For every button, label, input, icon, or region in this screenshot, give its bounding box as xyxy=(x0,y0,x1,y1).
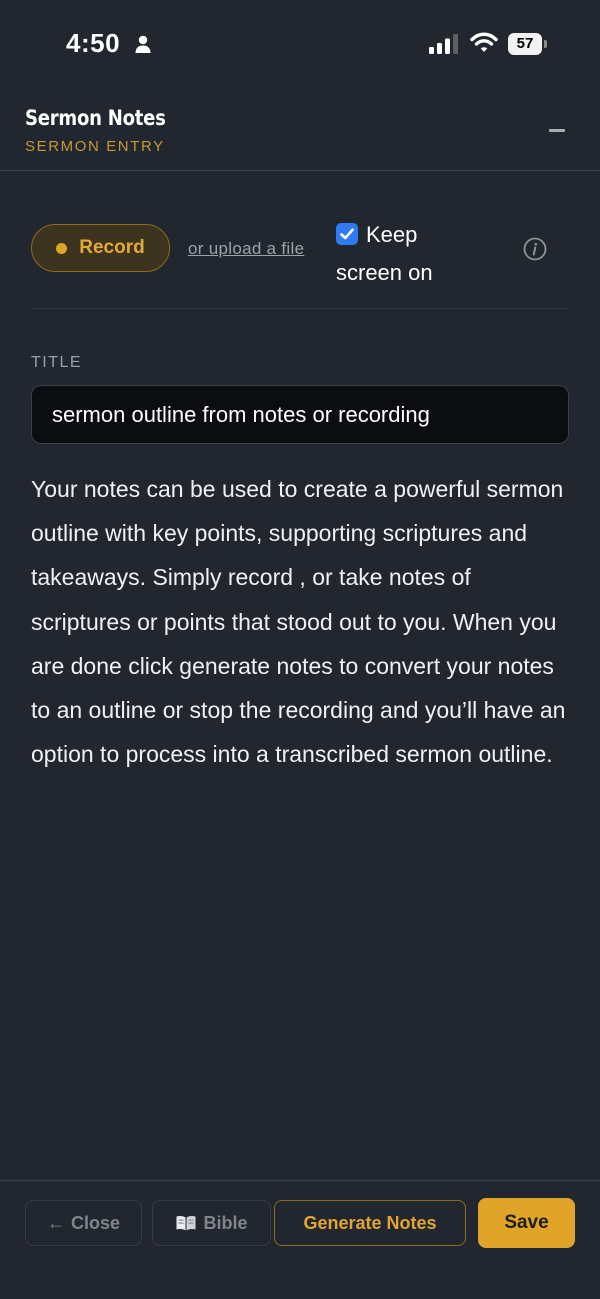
info-icon[interactable] xyxy=(523,237,547,261)
footer-toolbar: ← Close Bible Generate Notes Save xyxy=(0,1180,600,1299)
keep-screen-checkbox[interactable] xyxy=(336,223,358,245)
record-dot-icon xyxy=(56,242,68,254)
status-bar: 4:50 57 xyxy=(0,0,600,90)
minimize-icon[interactable] xyxy=(549,129,565,132)
app-header: Sermon Notes SERMON ENTRY xyxy=(0,90,600,171)
generate-notes-label: Generate Notes xyxy=(303,1212,437,1233)
arrow-left-icon: ← xyxy=(46,1212,65,1233)
save-button[interactable]: Save xyxy=(478,1198,575,1248)
bible-button[interactable]: Bible xyxy=(152,1200,271,1246)
title-input[interactable] xyxy=(31,385,569,444)
cellular-signal-icon xyxy=(429,34,458,54)
battery-level: 57 xyxy=(508,33,542,55)
record-label: Record xyxy=(79,237,145,258)
close-label: Close xyxy=(70,1212,121,1233)
battery-indicator: 57 xyxy=(508,33,547,55)
save-label: Save xyxy=(504,1212,549,1233)
app-title: Sermon Notes xyxy=(25,106,166,130)
record-row: Record or upload a file Keep screen on xyxy=(0,170,600,309)
record-button[interactable]: Record xyxy=(31,224,170,272)
status-time: 4:50 xyxy=(66,28,121,58)
battery-tip xyxy=(544,40,547,48)
sermon-notes-screen: 4:50 57 Sermon Notes SERMON ENTRY Record… xyxy=(0,0,600,1299)
wifi-icon xyxy=(470,32,498,52)
app-subtitle: SERMON ENTRY xyxy=(25,138,165,155)
close-button[interactable]: ← Close xyxy=(25,1200,142,1246)
description-text: Your notes can be used to create a power… xyxy=(31,476,566,768)
keep-screen-on-toggle[interactable]: Keep screen on xyxy=(336,216,476,292)
book-icon xyxy=(176,1215,196,1231)
bible-label: Bible xyxy=(203,1212,248,1233)
title-label: TITLE xyxy=(31,354,83,371)
generate-notes-button[interactable]: Generate Notes xyxy=(274,1200,466,1246)
person-icon xyxy=(135,35,151,53)
checkmark-icon xyxy=(340,228,354,240)
upload-file-link[interactable]: or upload a file xyxy=(188,239,304,259)
section-divider xyxy=(31,308,568,309)
